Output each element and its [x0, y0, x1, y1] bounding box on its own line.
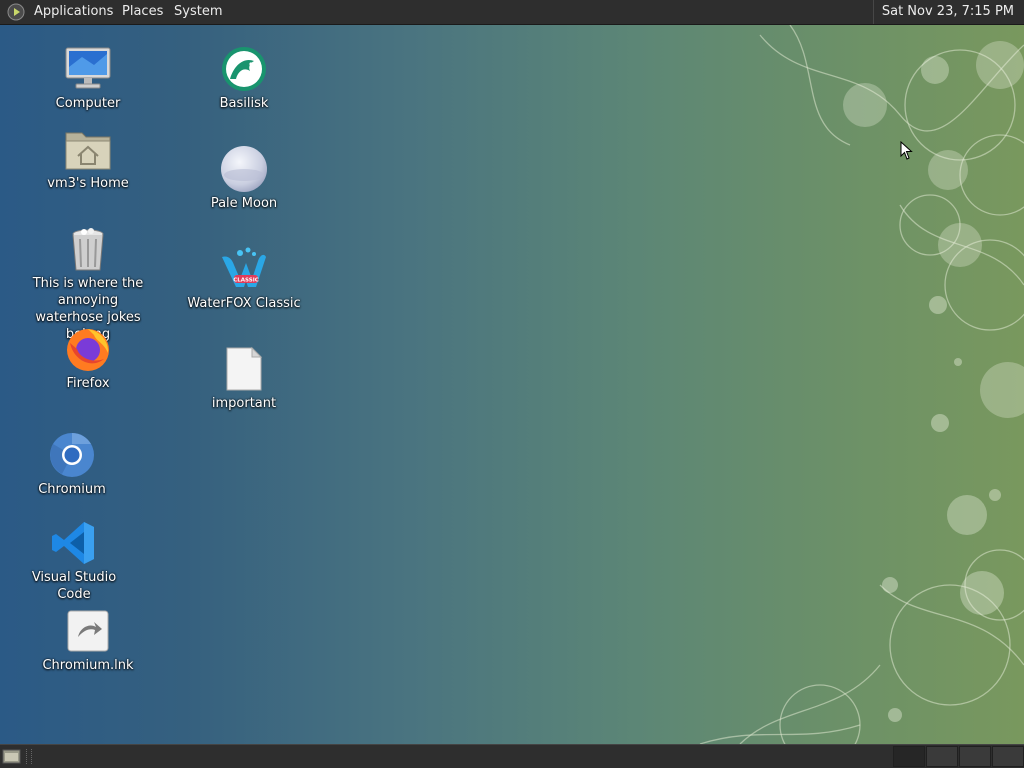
waterfox-badge-text: CLASSIC — [233, 277, 259, 283]
desktop-icon-label: Chromium — [38, 482, 106, 497]
workspace-switcher-4[interactable] — [992, 746, 1024, 767]
pale-moon-icon — [221, 146, 267, 192]
desktop-icon-label: WaterFOX Classic — [187, 296, 301, 311]
applications-logo-icon[interactable] — [7, 3, 25, 21]
desktop-icon-home[interactable]: vm3's Home — [28, 125, 148, 192]
shortcut-icon — [67, 610, 109, 652]
panel-drag-handle[interactable] — [26, 749, 32, 764]
vscode-icon — [52, 522, 94, 564]
menu-places[interactable]: Places — [118, 0, 167, 24]
desktop-icon-label: vm3's Home — [47, 176, 129, 191]
chromium-icon — [50, 433, 94, 477]
clock[interactable]: Sat Nov 23, 7:15 PM — [872, 0, 1024, 24]
firefox-icon — [67, 329, 109, 371]
computer-icon — [65, 47, 111, 89]
desktop-icon-vscode[interactable]: Visual Studio Code — [14, 519, 134, 603]
desktop-icon-label: Computer — [55, 96, 121, 111]
desktop-icon-computer[interactable]: Computer — [28, 45, 148, 112]
desktop-icon-basilisk[interactable]: Basilisk — [184, 45, 304, 112]
desktop[interactable]: Computer vm3's Home This is where the an… — [0, 25, 1024, 744]
desktop-icon-label: important — [211, 396, 277, 411]
desktop-icon-label: Pale Moon — [210, 196, 278, 211]
bottom-panel — [0, 744, 1024, 768]
top-panel: Applications Places System Sat Nov 23, 7… — [0, 0, 1024, 25]
mouse-pointer-icon — [900, 141, 913, 160]
trash-icon — [72, 228, 104, 271]
desktop-icon-chromium-lnk[interactable]: Chromium.lnk — [28, 607, 148, 674]
desktop-icon-waterfox[interactable]: CLASSIC WaterFOX Classic — [184, 245, 304, 312]
waterfox-icon: CLASSIC — [222, 247, 266, 287]
desktop-icon-label: Basilisk — [219, 96, 269, 111]
basilisk-icon — [222, 47, 266, 91]
desktop-icon-label: Chromium.lnk — [42, 658, 134, 673]
wallpaper-decoration — [699, 25, 1024, 744]
menu-system[interactable]: System — [170, 0, 226, 24]
desktop-icon-label: Visual Studio Code — [31, 570, 117, 602]
menu-applications[interactable]: Applications — [30, 0, 117, 24]
desktop-icon-pale-moon[interactable]: Pale Moon — [184, 145, 304, 212]
desktop-icon-label: Firefox — [66, 376, 110, 391]
workspace-switcher-1[interactable] — [893, 746, 925, 767]
workspace-switcher-2[interactable] — [926, 746, 958, 767]
home-folder-icon — [65, 132, 111, 170]
desktop-icon-firefox[interactable]: Firefox — [28, 325, 148, 392]
desktop-icon-chromium[interactable]: Chromium — [12, 431, 132, 498]
desktop-icon-important[interactable]: important — [184, 345, 304, 412]
workspace-switcher-3[interactable] — [959, 746, 991, 767]
document-icon — [226, 346, 263, 391]
show-desktop-icon[interactable] — [2, 748, 22, 765]
